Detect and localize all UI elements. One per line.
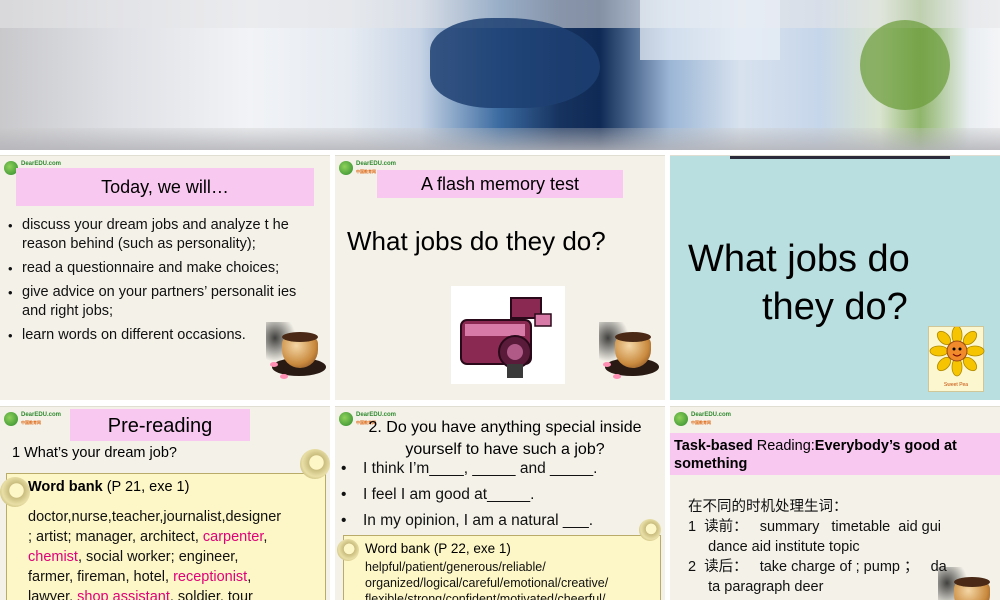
scroll-curl-left <box>0 477 30 507</box>
word-bank-heading: Word bank (P 22, exe 1) <box>365 541 511 556</box>
slide-title: A flash memory test <box>377 170 623 198</box>
teacup-decoration <box>266 322 328 382</box>
sentence-item: I feel I am good at_____. <box>341 485 597 505</box>
header-banner-image <box>0 0 1000 150</box>
sentence-item: In my opinion, I am a natural ___. <box>341 511 597 531</box>
slide-title: Task-based Reading:Everybody’s good at s… <box>670 433 1000 475</box>
slide-flash-memory-test[interactable]: DearEDU.com 中国教育网 A flash memory test Wha… <box>335 155 665 400</box>
dream-job-question: 1 What’s your dream job? <box>12 445 177 461</box>
slide-what-jobs[interactable]: What jobs do they do? Sweet Pea <box>670 155 1000 400</box>
dearedu-logo: DearEDU.com中国教育网 <box>4 411 62 427</box>
goal-item: discuss your dream jobs and analyze t he… <box>8 216 318 254</box>
goal-item: read a questionnaire and make choices; <box>8 259 318 278</box>
camera-icon <box>451 286 565 384</box>
word-bank-list: doctor,nurse,teacher,journalist,designer… <box>28 509 282 600</box>
slide-today-we-will[interactable]: DearEDU.com中国教育网 Today, we will… discuss… <box>0 155 330 400</box>
teacup-decoration <box>938 567 1000 600</box>
scroll-curl-right <box>639 519 661 541</box>
slide-task-based-reading[interactable]: DearEDU.com 中国教育网 Task-based Reading:Ever… <box>670 406 1000 600</box>
slide-title: Today, we will… <box>16 168 314 206</box>
slide-heading-line1: What jobs do <box>688 238 910 280</box>
sentence-item: I think I’m____, _____ and _____. <box>341 459 597 479</box>
slide-title: Pre-reading <box>70 409 250 441</box>
scroll-curl-right <box>300 449 330 479</box>
word-bank-list: helpful/patient/generous/reliable/ organ… <box>365 560 609 600</box>
slide-pre-reading[interactable]: DearEDU.com 中国教育网 Pre-reading 1 What’s yo… <box>0 406 330 600</box>
word-bank-heading: Word bank (P 21, exe 1) <box>28 479 190 495</box>
slide-heading-line2: they do? <box>762 286 908 328</box>
sentence-list: I think I’m____, _____ and _____. I feel… <box>341 459 597 537</box>
sunflower-caption: Sweet Pea <box>943 382 969 388</box>
slide-question: What jobs do they do? <box>347 226 606 256</box>
sunflower-icon: Sweet Pea <box>928 325 985 392</box>
teacup-decoration <box>599 322 661 382</box>
top-edge <box>730 156 950 159</box>
goal-item: give advice on your partners’ personalit… <box>8 283 318 321</box>
slide-special-inside[interactable]: DearEDU.com 中国教育网 2. Do you have anything… <box>335 406 665 600</box>
scroll-curl-left <box>337 539 359 561</box>
dearedu-logo: DearEDU.com中国教育网 <box>674 411 732 427</box>
slide-question: 2. Do you have anything special inside y… <box>368 419 642 458</box>
